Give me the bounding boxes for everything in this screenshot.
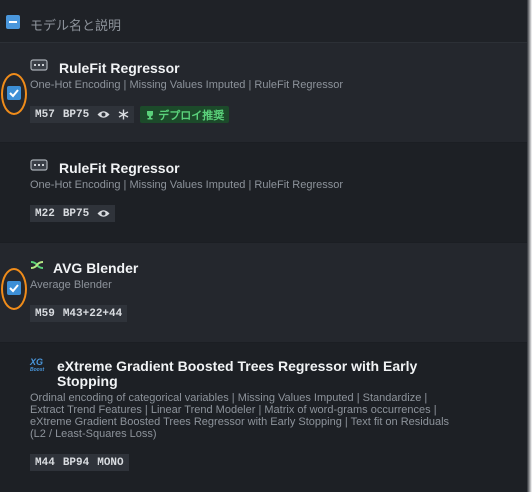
rulefit-icon xyxy=(30,159,48,171)
model-id: M44 xyxy=(35,456,55,469)
model-description: Ordinal encoding of categorical variable… xyxy=(30,392,450,440)
sample-size: M43+22+44 xyxy=(62,307,123,320)
model-description: One-Hot Encoding | Missing Values Impute… xyxy=(30,79,344,91)
monotonic-tag: MONO xyxy=(97,456,124,469)
model-row[interactable]: XG Boost eXtreme Gradient Boosted Trees … xyxy=(0,343,527,492)
selection-highlight xyxy=(1,73,27,115)
eye-icon xyxy=(97,110,110,119)
xgboost-icon: XG Boost xyxy=(30,357,45,374)
model-id: M59 xyxy=(35,307,55,320)
sample-size: BP75 xyxy=(62,108,90,121)
model-row[interactable]: AVG Blender Average Blender M59 M43+22+4… xyxy=(0,243,527,342)
trophy-icon xyxy=(147,110,154,119)
eye-icon xyxy=(97,209,110,218)
row-checkbox[interactable] xyxy=(7,281,21,295)
model-tags: M44 BP94 MONO xyxy=(30,454,129,471)
model-tags: M57 BP75 デプロイ推奨 xyxy=(30,106,230,123)
snowflake-icon xyxy=(118,109,129,120)
model-description: Average Blender xyxy=(30,279,112,291)
model-title[interactable]: RuleFit Regressor xyxy=(59,160,180,176)
sample-size: BP94 xyxy=(62,456,90,469)
model-title[interactable]: eXtreme Gradient Boosted Trees Regressor… xyxy=(57,359,437,389)
model-id: M57 xyxy=(35,108,55,121)
check-icon xyxy=(9,89,19,98)
model-id: M22 xyxy=(35,207,55,220)
model-row[interactable]: RuleFit Regressor One-Hot Encoding | Mis… xyxy=(0,43,527,142)
row-checkbox[interactable] xyxy=(7,86,21,100)
panel-edge xyxy=(527,0,532,492)
selection-highlight xyxy=(1,268,27,310)
model-title[interactable]: AVG Blender xyxy=(53,260,138,276)
blender-icon xyxy=(30,261,44,269)
model-description: One-Hot Encoding | Missing Values Impute… xyxy=(30,179,344,191)
model-tags: M59 M43+22+44 xyxy=(30,305,128,322)
sample-size: BP75 xyxy=(62,207,90,220)
model-row[interactable]: RuleFit Regressor One-Hot Encoding | Mis… xyxy=(0,143,527,242)
model-tags: M22 BP75 xyxy=(30,205,116,222)
list-header: モデル名と説明 xyxy=(0,0,527,43)
rulefit-icon xyxy=(30,59,48,71)
header-label: モデル名と説明 xyxy=(30,18,122,33)
model-list-panel: モデル名と説明 RuleFit Regressor One-Hot Encodi… xyxy=(0,0,528,492)
model-title[interactable]: RuleFit Regressor xyxy=(59,60,180,76)
check-icon xyxy=(9,284,19,293)
select-all-checkbox[interactable] xyxy=(6,15,20,29)
deploy-recommended-badge: デプロイ推奨 xyxy=(140,106,230,123)
